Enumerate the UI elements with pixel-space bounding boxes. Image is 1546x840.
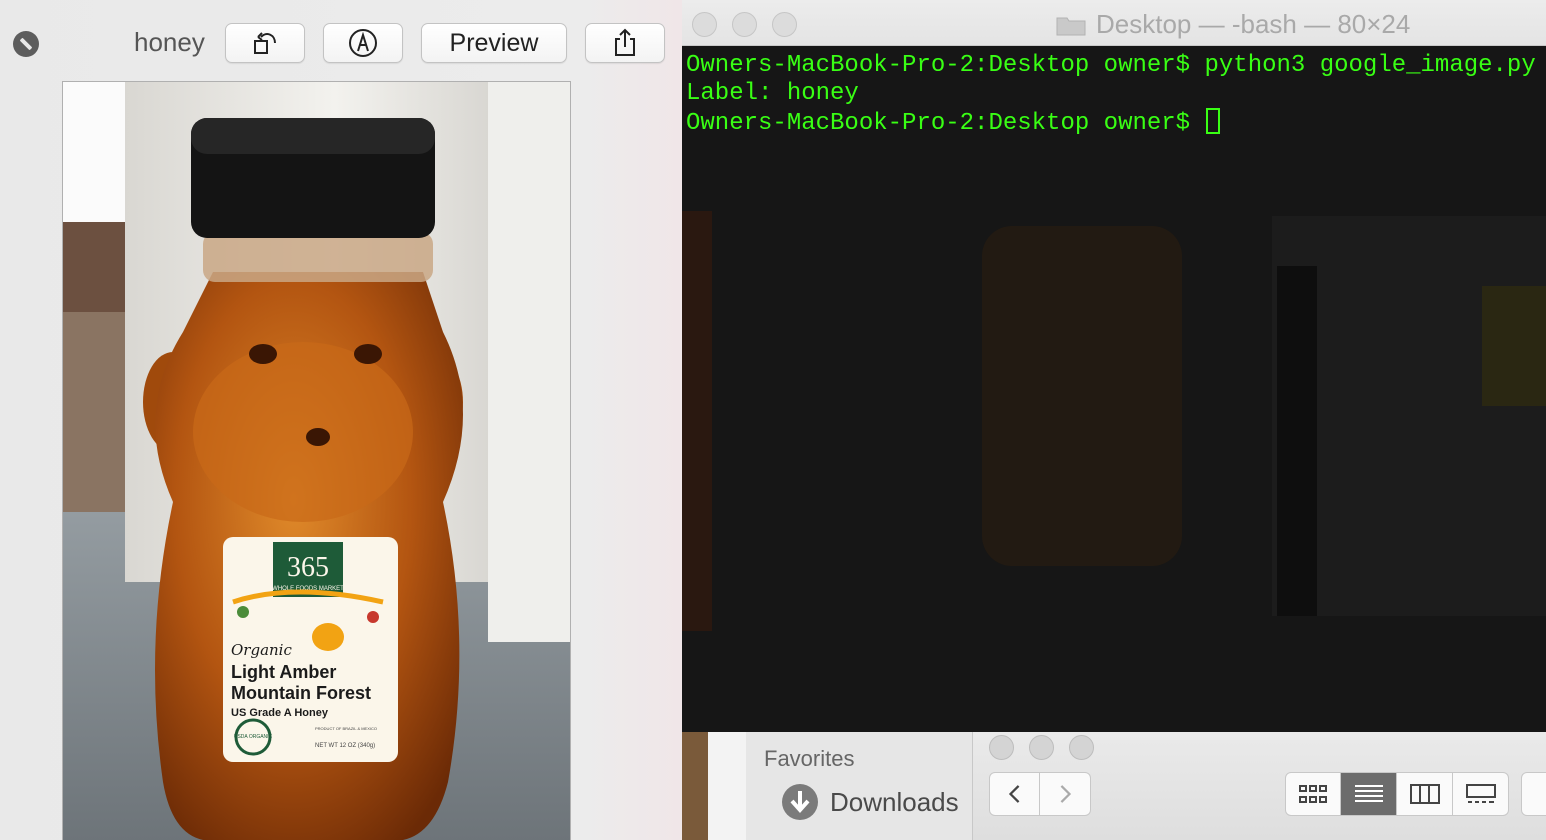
gallery-view-button[interactable]: [1453, 772, 1509, 816]
close-window-button[interactable]: [989, 735, 1014, 760]
column-view-icon: [1409, 784, 1440, 804]
label-line2: Light Amber: [231, 662, 336, 682]
column-view-button[interactable]: [1397, 772, 1453, 816]
rotate-button[interactable]: [225, 23, 305, 63]
terminal-window: Desktop — -bash — 80×24 Owners-MacBook-P…: [682, 0, 1546, 732]
markup-pen-icon: [349, 29, 377, 57]
blurred-background: [682, 46, 1546, 732]
terminal-line-2: Label: honey: [686, 80, 859, 107]
label-origin: PRODUCT OF BRAZIL & MEXICO: [315, 726, 377, 731]
terminal-cursor: [1206, 108, 1221, 134]
label-brand-number: 365: [287, 552, 329, 583]
group-button[interactable]: [1521, 772, 1546, 816]
view-mode-buttons: [1285, 772, 1509, 816]
terminal-output: Owners-MacBook-Pro-2:Desktop owner$ pyth…: [686, 52, 1536, 138]
chevron-right-icon: [1060, 785, 1072, 803]
quicklook-window: honey Preview 365 WHOLE FOODS MARKET Org…: [0, 0, 683, 840]
honey-bottle-image: 365 WHOLE FOODS MARKET Organic Light Amb…: [62, 81, 571, 840]
label-line4: US Grade A Honey: [231, 707, 329, 719]
label-line1: Organic: [231, 641, 292, 659]
rotate-left-icon: [254, 32, 276, 54]
terminal-prompt: Owners-MacBook-Pro-2:Desktop owner$: [686, 110, 1205, 137]
gallery-view-icon: [1465, 784, 1496, 803]
terminal-title-text: Desktop — -bash — 80×24: [1096, 9, 1411, 39]
close-icon[interactable]: [13, 31, 39, 57]
finder-sidebar: Favorites Downloads: [746, 732, 972, 840]
terminal-title: Desktop — -bash — 80×24: [1056, 9, 1410, 40]
zoom-window-button[interactable]: [1069, 735, 1094, 760]
zoom-window-button[interactable]: [772, 12, 797, 37]
window-edge: [708, 732, 746, 840]
sidebar-item-downloads[interactable]: Downloads: [782, 784, 959, 820]
share-icon: [615, 28, 635, 56]
label-usda: USDA ORGANIC: [234, 734, 273, 740]
icon-view-icon: [1299, 785, 1327, 803]
terminal-line-1: Owners-MacBook-Pro-2:Desktop owner$ pyth…: [686, 52, 1536, 79]
navigation-buttons: [989, 772, 1091, 816]
list-view-icon: [1354, 785, 1383, 802]
quicklook-toolbar: honey Preview: [0, 0, 683, 80]
terminal-titlebar: Desktop — -bash — 80×24: [682, 0, 1546, 46]
close-window-button[interactable]: [692, 12, 717, 37]
minimize-window-button[interactable]: [1029, 735, 1054, 760]
label-weight: NET WT 12 OZ (340g): [315, 743, 375, 749]
back-button[interactable]: [989, 772, 1040, 816]
markup-button[interactable]: [323, 23, 403, 63]
preview-button[interactable]: Preview: [421, 23, 567, 63]
minimize-window-button[interactable]: [732, 12, 757, 37]
quicklook-title: honey: [134, 27, 205, 57]
finder-toolbar: [972, 732, 1546, 840]
icon-view-button[interactable]: [1285, 772, 1341, 816]
forward-button[interactable]: [1040, 772, 1091, 816]
folder-icon: [1056, 17, 1086, 35]
finder-window: Favorites Downloads: [682, 732, 1546, 840]
terminal-body[interactable]: Owners-MacBook-Pro-2:Desktop owner$ pyth…: [682, 46, 1546, 732]
chevron-left-icon: [1008, 785, 1019, 803]
list-view-button[interactable]: [1341, 772, 1397, 816]
label-line3: Mountain Forest: [231, 683, 371, 703]
favorites-heading: Favorites: [764, 746, 855, 771]
share-button[interactable]: [585, 23, 665, 63]
terminal-line-3: Owners-MacBook-Pro-2:Desktop owner$: [686, 108, 1536, 138]
sidebar-item-label: Downloads: [830, 786, 959, 817]
download-icon: [782, 784, 818, 820]
honey-bottle-illustration: 365 WHOLE FOODS MARKET Organic Light Amb…: [63, 82, 570, 840]
